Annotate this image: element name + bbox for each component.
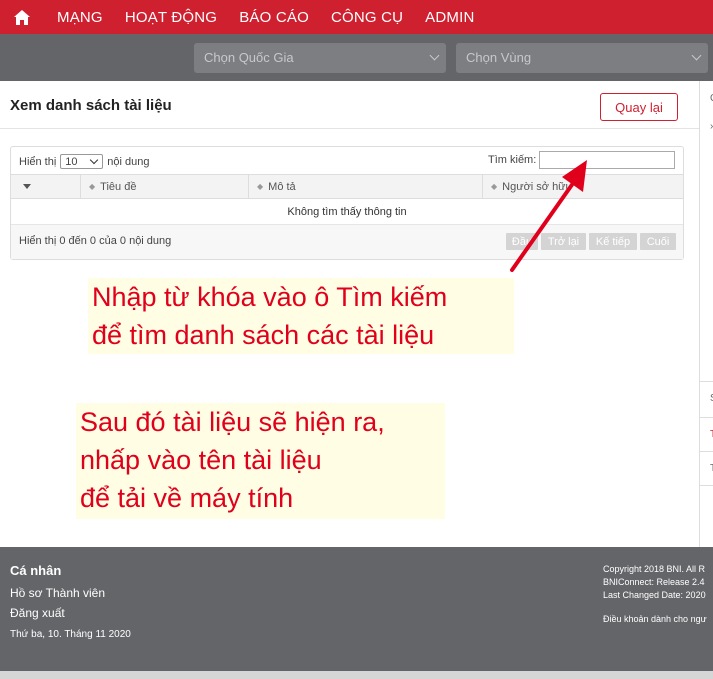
country-select-label: Chọn Quốc Gia [204,50,294,65]
search-label: Tìm kiếm: [488,154,537,166]
chevron-down-icon [429,50,440,61]
nav-item-tools[interactable]: CÔNG CỤ [331,9,403,26]
page-footer: Cá nhân Hồ sơ Thành viên Đăng xuất Thứ b… [0,547,713,671]
sort-icon: ◆ [491,182,498,191]
sort-icon: ◆ [257,182,264,191]
empty-table-message: Không tìm thấy thông tin [11,199,683,225]
divider [700,417,713,418]
pagination-first[interactable]: Đầu [506,233,538,250]
documents-table-panel: Hiển thị 10 nội dung Tìm kiếm: ◆ Tiêu đề… [10,146,684,260]
annotation-line: để tải về máy tính [80,483,294,513]
footer-date: Thứ ba, 10. Tháng 11 2020 [10,629,131,640]
annotation-line: Nhập từ khóa vào ô Tìm kiếm [92,282,448,312]
nav-item-network[interactable]: MẠNG [57,9,103,26]
profile-link[interactable]: Hồ sơ Thành viên [10,586,105,600]
back-button[interactable]: Quay lại [600,93,678,121]
bottom-band [0,671,713,679]
show-label: Hiển thị [19,155,57,168]
nav-item-reports[interactable]: BÁO CÁO [239,9,309,26]
release-text: BNIConnect: Release 2.4 [603,577,705,587]
divider [700,381,713,382]
column-header-title[interactable]: ◆ Tiêu đề [81,175,249,198]
region-select-label: Chọn Vùng [466,50,532,65]
footer-heading: Cá nhân [10,563,62,578]
annotation-line: nhấp vào tên tài liệu [80,445,322,475]
region-select[interactable]: Chọn Vùng [456,43,708,73]
column-header-description[interactable]: ◆ Mô tả [249,175,483,198]
divider [0,128,699,129]
pagination-next[interactable]: Kế tiếp [589,233,637,250]
column-header-select[interactable] [11,175,81,198]
filter-bar: Chọn Quốc Gia Chọn Vùng [0,34,713,81]
caret-down-icon [23,184,31,189]
pagination-previous[interactable]: Trở lại [541,233,586,250]
table-info: Hiển thị 0 đến 0 của 0 nội dung [19,235,172,247]
page-length-control: Hiển thị 10 nội dung [19,154,150,169]
column-header-label: Mô tả [268,180,296,193]
annotation-search-hint: Nhập từ khóa vào ô Tìm kiếm để tìm danh … [88,278,514,354]
search-input[interactable] [539,151,675,169]
chevron-down-icon [90,155,99,165]
column-header-label: Người sở hữu [502,180,572,193]
column-header-label: Tiêu đề [100,180,137,193]
pagination-last[interactable]: Cuối [640,233,676,250]
entries-label: nội dung [107,155,150,168]
home-icon [14,9,30,25]
chevron-down-icon [691,50,702,61]
page-length-select[interactable]: 10 [60,154,104,169]
page-length-value: 10 [65,155,78,168]
table-footer: Hiển thị 0 đến 0 của 0 nội dung Đầu Trở … [11,225,683,259]
nav-item-activity[interactable]: HOẠT ĐỘNG [125,9,217,26]
annotation-download-hint: Sau đó tài liệu sẽ hiện ra, nhấp vào tên… [76,403,445,519]
annotation-line: Sau đó tài liệu sẽ hiện ra, [80,407,385,437]
column-header-owner[interactable]: ◆ Người sở hữu [483,175,683,198]
nav-item-admin[interactable]: ADMIN [425,9,474,26]
terms-link[interactable]: Điều khoản dành cho ngư [603,614,707,624]
logout-link[interactable]: Đăng xuất [10,606,65,620]
divider [700,451,713,452]
top-navigation: MẠNG HOẠT ĐỘNG BÁO CÁO CÔNG CỤ ADMIN [0,0,713,34]
divider [700,485,713,486]
home-button[interactable] [0,0,44,34]
sort-icon: ◆ [89,182,96,191]
country-select[interactable]: Chọn Quốc Gia [194,43,446,73]
right-sidebar-edge: C › S T T [699,81,713,547]
last-changed-text: Last Changed Date: 2020 [603,590,706,600]
table-header: ◆ Tiêu đề ◆ Mô tả ◆ Người sở hữu [11,174,683,199]
copyright-text: Copyright 2018 BNI. All R [603,564,706,574]
page-title: Xem danh sách tài liệu [10,97,172,114]
annotation-line: để tìm danh sách các tài liệu [92,320,435,350]
pagination: Đầu Trở lại Kế tiếp Cuối [503,233,676,250]
